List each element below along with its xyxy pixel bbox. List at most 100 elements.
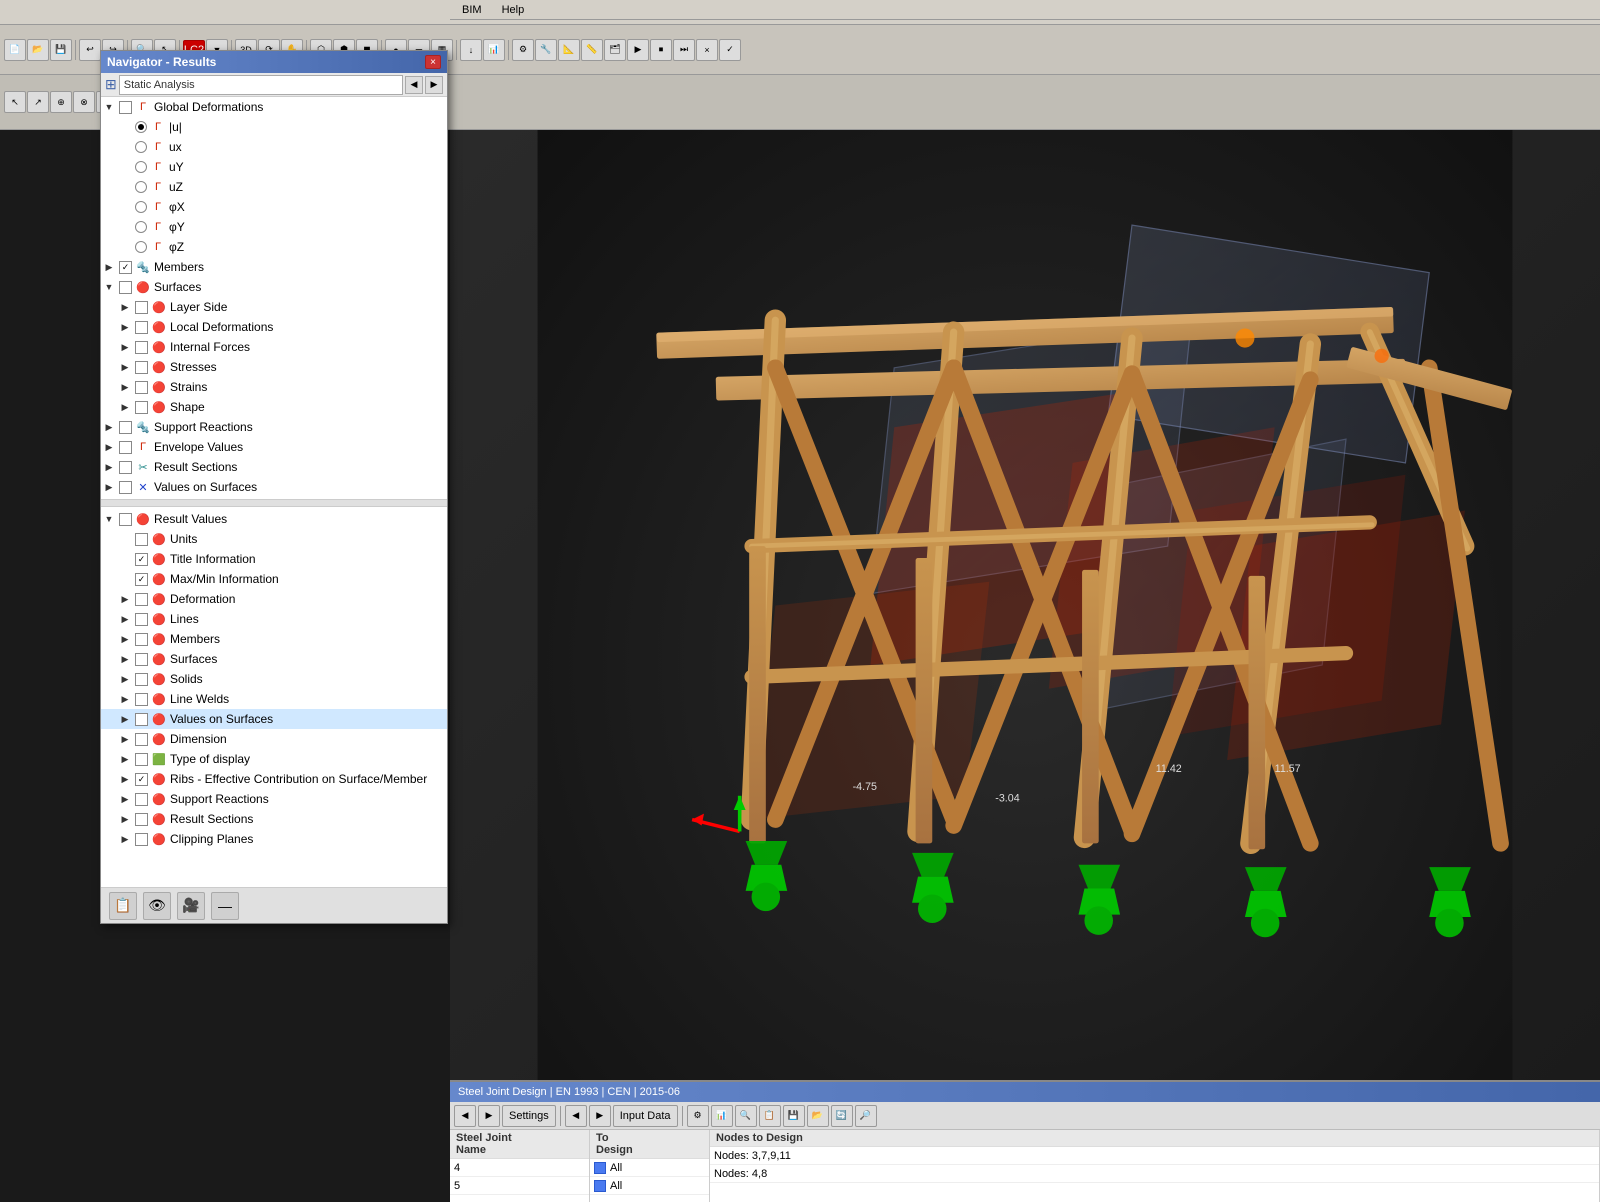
cb-stresses[interactable]: [135, 361, 148, 374]
tb-undo-btn[interactable]: ↩: [79, 39, 101, 61]
tree-global-deformations[interactable]: ▼ Γ Global Deformations: [101, 97, 447, 117]
radio-phix[interactable]: [135, 201, 147, 213]
expand-clipping[interactable]: ▶: [117, 831, 133, 847]
cb-dimension[interactable]: [135, 733, 148, 746]
tb-save-btn[interactable]: 💾: [50, 39, 72, 61]
tb-extra9[interactable]: ×: [696, 39, 718, 61]
bp-nodes-row-4[interactable]: Nodes: 3,7,9,11: [710, 1147, 1599, 1165]
expand-deformation[interactable]: ▶: [117, 591, 133, 607]
cb-clipping[interactable]: [135, 833, 148, 846]
tb-load-btn[interactable]: ↓: [460, 39, 482, 61]
tree-maxmin-info[interactable]: 🔴 Max/Min Information: [101, 569, 447, 589]
tree-uz[interactable]: Γ uZ: [101, 177, 447, 197]
tree-stresses[interactable]: ▶ 🔴 Stresses: [101, 357, 447, 377]
tb-extra1[interactable]: ⚙: [512, 39, 534, 61]
bp-checkbox-5[interactable]: [594, 1180, 606, 1192]
nav-minus-btn[interactable]: —: [211, 892, 239, 920]
expand-global-def[interactable]: ▼: [101, 99, 117, 115]
cb-result-sect-1[interactable]: [119, 461, 132, 474]
cb-support-react-1[interactable]: [119, 421, 132, 434]
expand-result-sect-rv[interactable]: ▶: [117, 811, 133, 827]
expand-line-welds[interactable]: ▶: [117, 691, 133, 707]
cb-ribs[interactable]: [135, 773, 148, 786]
cb-surfaces[interactable]: [119, 281, 132, 294]
nav-camera-btn[interactable]: 🎥: [177, 892, 205, 920]
bp-tb-btn4[interactable]: ▶: [589, 1105, 611, 1127]
tree-support-reactions-1[interactable]: ▶ 🔩 Support Reactions: [101, 417, 447, 437]
bp-tb-btn3[interactable]: ◀: [565, 1105, 587, 1127]
tb-extra3[interactable]: 📐: [558, 39, 580, 61]
bp-tb-icon7[interactable]: 🔄: [831, 1105, 853, 1127]
expand-values-surf-rv[interactable]: ▶: [117, 711, 133, 727]
tree-values-on-surf-1[interactable]: ▶ ✕ Values on Surfaces: [101, 477, 447, 497]
cb-result-values[interactable]: [119, 513, 132, 526]
tb-new-btn[interactable]: 📄: [4, 39, 26, 61]
tree-local-deform[interactable]: ▶ 🔴 Local Deformations: [101, 317, 447, 337]
tb2-4[interactable]: ⊗: [73, 91, 95, 113]
tree-result-sections-1[interactable]: ▶ ✂ Result Sections: [101, 457, 447, 477]
bp-row-5[interactable]: 5: [450, 1177, 589, 1195]
tree-surfaces[interactable]: ▼ 🔴 Surfaces: [101, 277, 447, 297]
bp-tb-icon6[interactable]: 📂: [807, 1105, 829, 1127]
nav-prev-btn[interactable]: ◀: [405, 76, 423, 94]
tb-extra10[interactable]: ✓: [719, 39, 741, 61]
tree-dimension[interactable]: ▶ 🔴 Dimension: [101, 729, 447, 749]
radio-uz[interactable]: [135, 181, 147, 193]
cb-envelope[interactable]: [119, 441, 132, 454]
analysis-type-dropdown[interactable]: Static Analysis: [119, 75, 403, 95]
nav-next-btn[interactable]: ▶: [425, 76, 443, 94]
expand-envelope[interactable]: ▶: [101, 439, 117, 455]
cb-members-rv[interactable]: [135, 633, 148, 646]
expand-ribs[interactable]: ▶: [117, 771, 133, 787]
cb-global-def[interactable]: [119, 101, 132, 114]
cb-line-welds[interactable]: [135, 693, 148, 706]
expand-stresses[interactable]: ▶: [117, 359, 133, 375]
nav-print-btn[interactable]: 📋: [109, 892, 137, 920]
cb-lines[interactable]: [135, 613, 148, 626]
expand-strains[interactable]: ▶: [117, 379, 133, 395]
radio-u-abs[interactable]: [135, 121, 147, 133]
bp-tb-icon8[interactable]: 🔎: [855, 1105, 877, 1127]
cb-members[interactable]: [119, 261, 132, 274]
expand-result-sect-1[interactable]: ▶: [101, 459, 117, 475]
tb-extra4[interactable]: 📏: [581, 39, 603, 61]
tree-shape[interactable]: ▶ 🔴 Shape: [101, 397, 447, 417]
tree-u-abs[interactable]: Γ |u|: [101, 117, 447, 137]
cb-surfaces-rv[interactable]: [135, 653, 148, 666]
tree-type-display[interactable]: ▶ 🟩 Type of display: [101, 749, 447, 769]
nav-eye-btn[interactable]: 👁: [143, 892, 171, 920]
bp-tb-icon2[interactable]: 📊: [711, 1105, 733, 1127]
bp-tb-icon1[interactable]: ⚙: [687, 1105, 709, 1127]
tree-ux[interactable]: Γ ux: [101, 137, 447, 157]
tree-title-info[interactable]: 🔴 Title Information: [101, 549, 447, 569]
expand-support-react-rv[interactable]: ▶: [117, 791, 133, 807]
cb-solids[interactable]: [135, 673, 148, 686]
cb-result-sect-rv[interactable]: [135, 813, 148, 826]
bp-to-design-row-5[interactable]: All: [590, 1177, 709, 1195]
cb-deformation[interactable]: [135, 593, 148, 606]
tree-values-on-surf-rv[interactable]: ▶ 🔴 Values on Surfaces: [101, 709, 447, 729]
expand-values-surf-1[interactable]: ▶: [101, 479, 117, 495]
expand-dimension[interactable]: ▶: [117, 731, 133, 747]
expand-local-deform[interactable]: ▶: [117, 319, 133, 335]
bp-nodes-row-5[interactable]: Nodes: 4,8: [710, 1165, 1599, 1183]
tree-result-sect-rv[interactable]: ▶ 🔴 Result Sections: [101, 809, 447, 829]
expand-result-values[interactable]: ▼: [101, 511, 117, 527]
menu-bim[interactable]: BIM: [458, 3, 486, 17]
tree-strains[interactable]: ▶ 🔴 Strains: [101, 377, 447, 397]
expand-internal-forces[interactable]: ▶: [117, 339, 133, 355]
bp-tb-icon5[interactable]: 💾: [783, 1105, 805, 1127]
menu-help[interactable]: Help: [498, 3, 529, 17]
expand-surfaces-rv[interactable]: ▶: [117, 651, 133, 667]
cb-type-display[interactable]: [135, 753, 148, 766]
expand-shape[interactable]: ▶: [117, 399, 133, 415]
tree-members-rv[interactable]: ▶ 🔴 Members: [101, 629, 447, 649]
radio-phiy[interactable]: [135, 221, 147, 233]
expand-solids[interactable]: ▶: [117, 671, 133, 687]
tb2-2[interactable]: ↗: [27, 91, 49, 113]
tree-deformation[interactable]: ▶ 🔴 Deformation: [101, 589, 447, 609]
tree-ribs-effective[interactable]: ▶ 🔴 Ribs - Effective Contribution on Sur…: [101, 769, 447, 789]
cb-values-surf-1[interactable]: [119, 481, 132, 494]
cb-values-surf-rv[interactable]: [135, 713, 148, 726]
expand-layer-side[interactable]: ▶: [117, 299, 133, 315]
